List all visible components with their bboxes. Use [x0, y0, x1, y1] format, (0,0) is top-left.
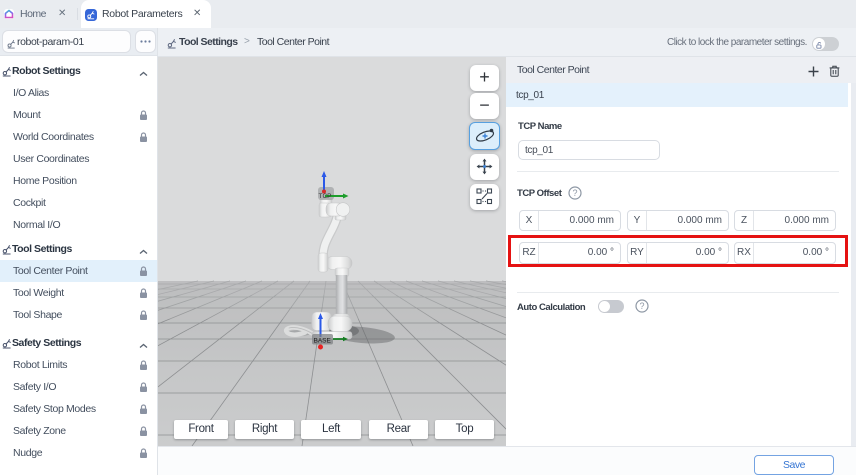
svg-text:TCP: TCP — [319, 193, 332, 200]
svg-text:?: ? — [639, 301, 644, 311]
svg-text:BASE: BASE — [314, 338, 332, 345]
svg-text:?: ? — [572, 188, 577, 198]
